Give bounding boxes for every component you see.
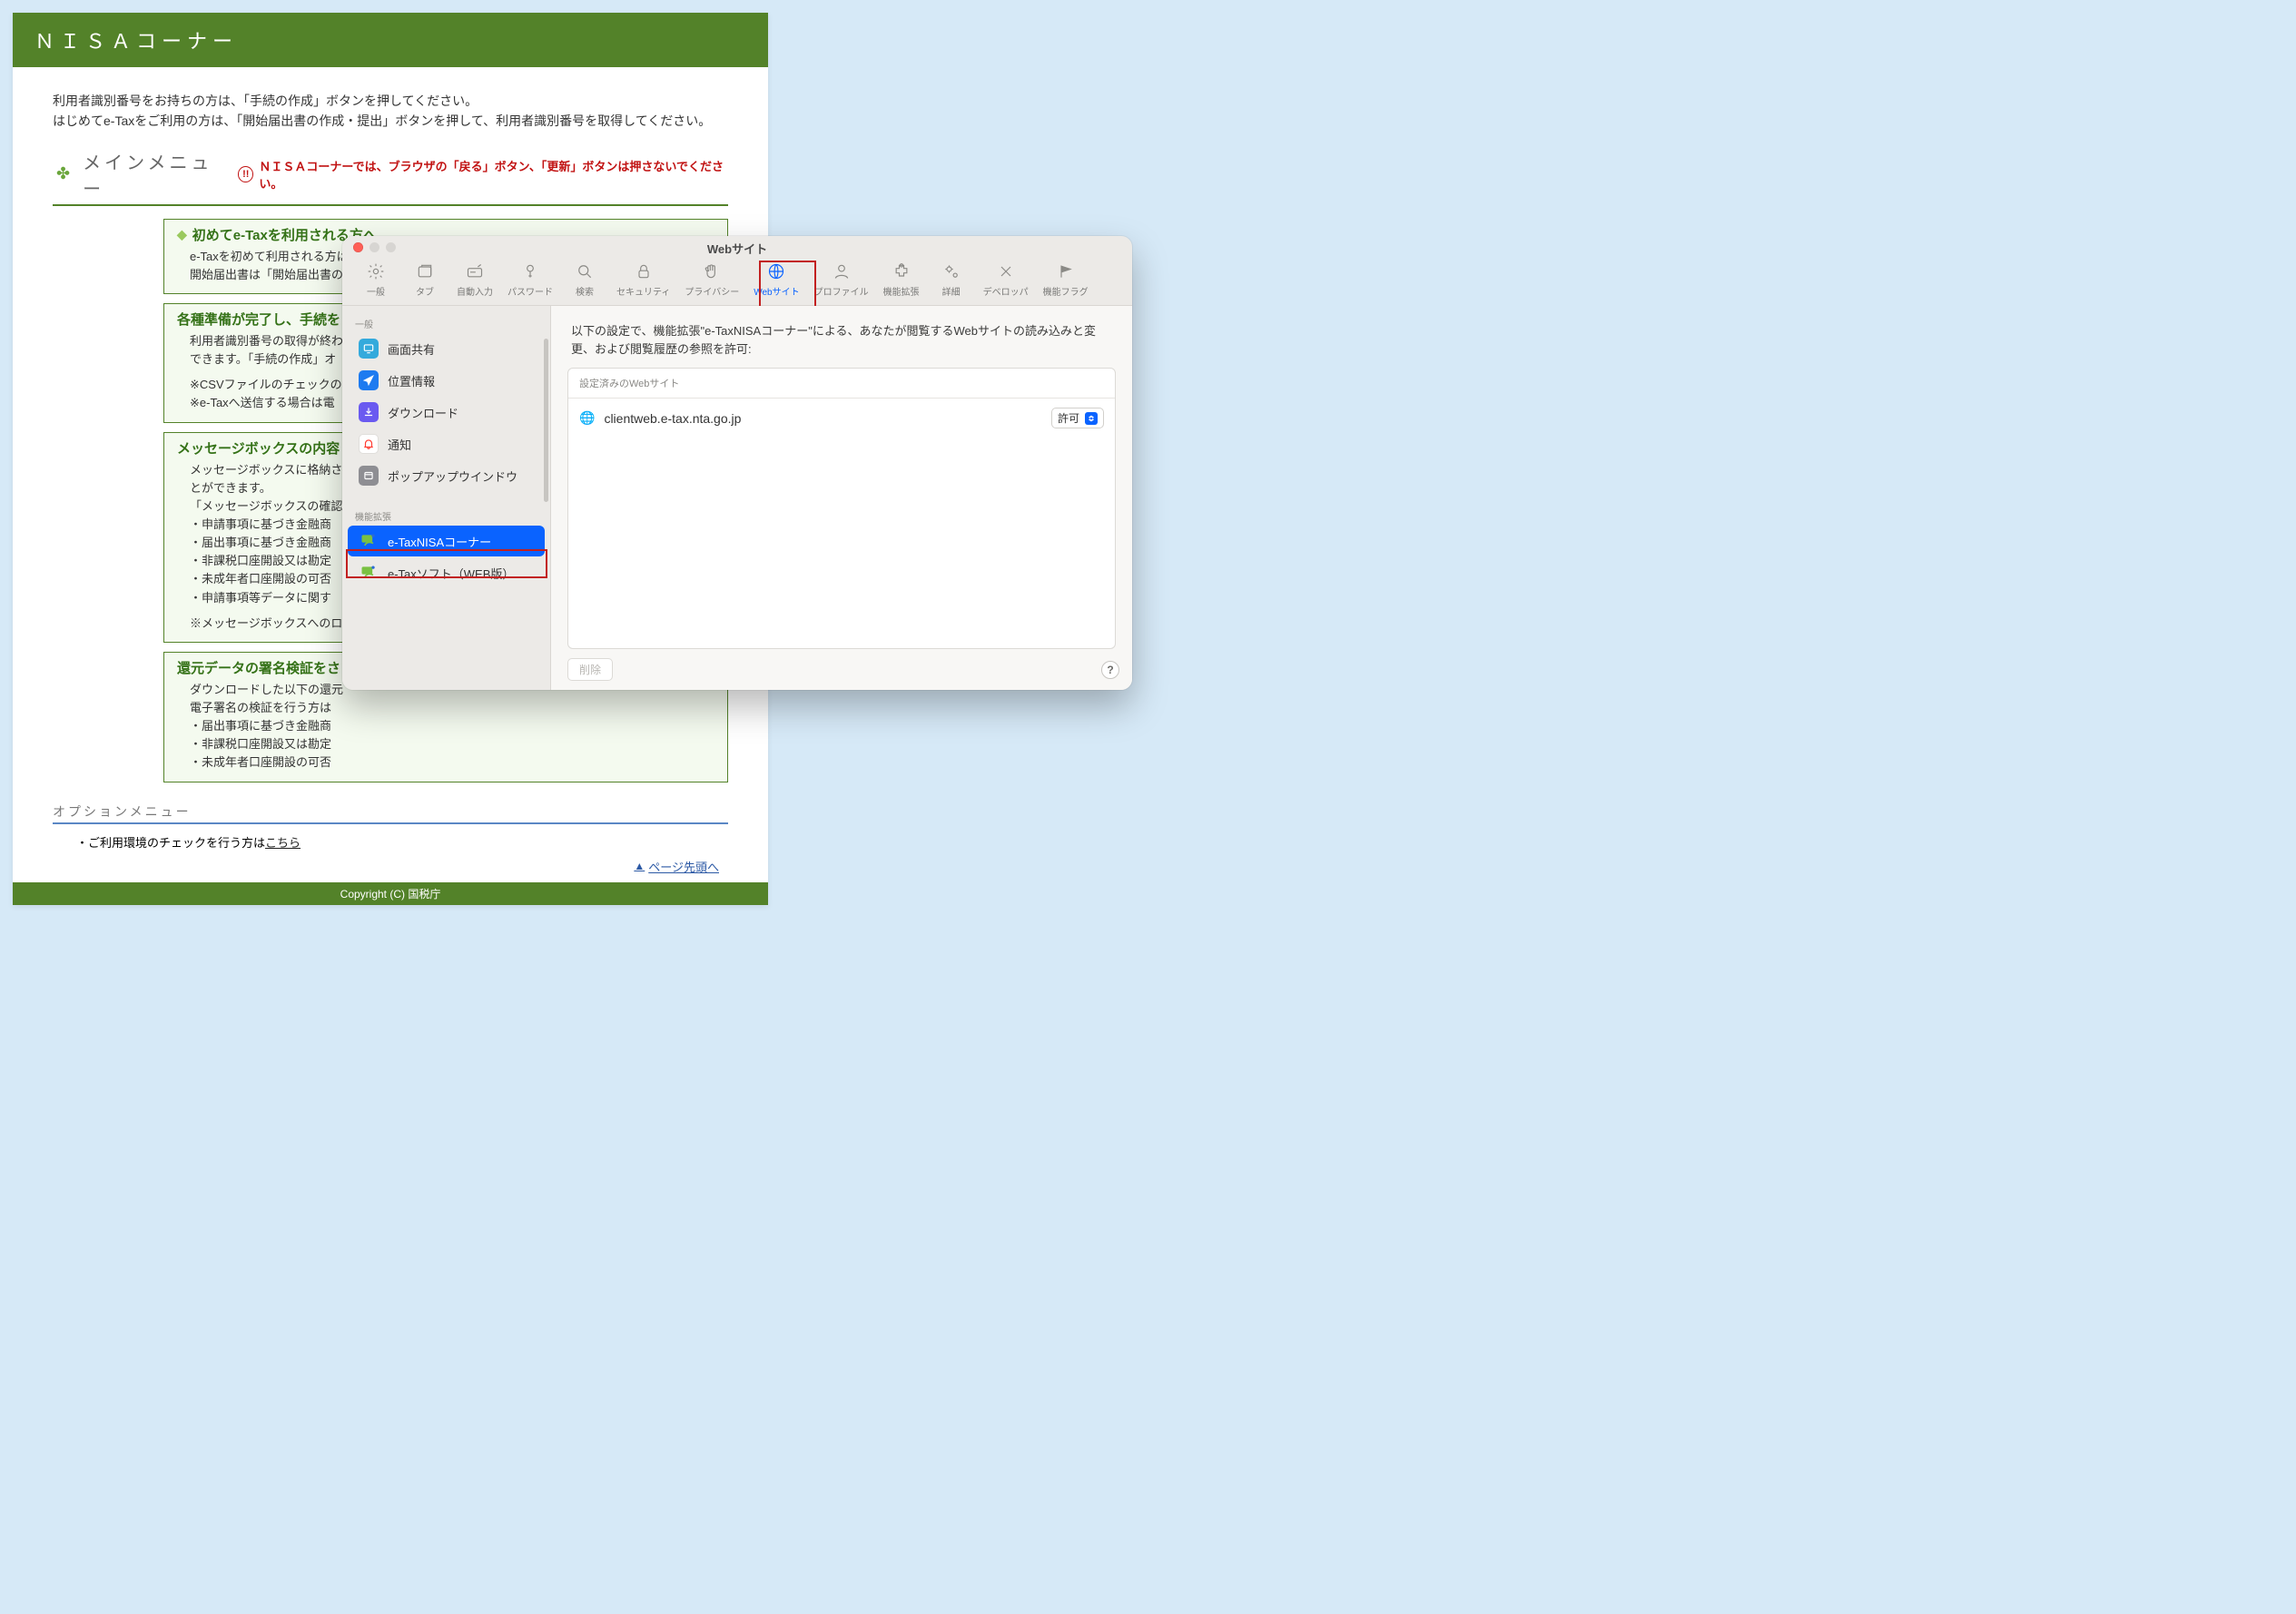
zoom-icon[interactable] (386, 242, 396, 252)
chevron-up-down-icon (1085, 412, 1098, 425)
search-icon (575, 261, 595, 281)
etax-icon (359, 563, 379, 583)
tab-general[interactable]: 一般 (351, 260, 400, 301)
site-domain: clientweb.e-tax.nta.go.jp (604, 411, 741, 426)
delete-button[interactable]: 削除 (567, 658, 613, 681)
tab-autofill[interactable]: 自動入力 (449, 260, 500, 301)
configured-sites-header: 設定済みのWebサイト (568, 369, 1115, 399)
permission-select[interactable]: 許可 (1051, 408, 1104, 428)
tab-passwords[interactable]: パスワード (500, 260, 560, 301)
tab-profiles[interactable]: プロファイル (807, 260, 876, 301)
sidebar-item-popup[interactable]: ポップアップウインドウ (348, 460, 545, 491)
extension-description: 以下の設定で、機能拡張"e-TaxNISAコーナー"による、あなたが閲覧するWe… (551, 306, 1132, 368)
sidebar-item-downloads[interactable]: ダウンロード (348, 397, 545, 428)
key-icon (520, 261, 540, 281)
configured-sites-box: 設定済みのWebサイト 🌐 clientweb.e-tax.nta.go.jp … (567, 368, 1116, 649)
sidebar-item-etax-nisa[interactable]: e-TaxNISAコーナー (348, 526, 545, 556)
minimize-icon[interactable] (370, 242, 379, 252)
site-row[interactable]: 🌐 clientweb.e-tax.nta.go.jp 許可 (568, 399, 1115, 438)
option-body: ・ご利用環境のチェックを行う方はこちら (53, 824, 728, 851)
tab-websites[interactable]: Webサイト (746, 260, 806, 301)
download-icon (359, 402, 379, 422)
page-title: ＮＩＳＡコーナー (13, 13, 768, 67)
sidebar-item-notifications[interactable]: 通知 (348, 428, 545, 459)
gear-icon (366, 261, 386, 281)
browser-warning: !! ＮＩＳＡコーナーでは、ブラウザの「戻る」ボタン、「更新」ボタンは押さないで… (238, 157, 728, 192)
globe-mini-icon: 🌐 (579, 410, 595, 426)
tools-icon (996, 261, 1016, 281)
tab-tabs[interactable]: タブ (400, 260, 449, 301)
hand-icon (702, 261, 722, 281)
autofill-icon (465, 261, 485, 281)
option-menu-title: オプションメニュー (53, 802, 728, 824)
globe-icon (766, 261, 786, 281)
tab-privacy[interactable]: プライバシー (677, 260, 746, 301)
warning-icon: !! (238, 166, 253, 182)
sidebar: 一般 画面共有 位置情報 ダウンロード 通知 ポップアップウインドウ 機能 (342, 306, 551, 690)
close-icon[interactable] (353, 242, 363, 252)
shield-icon: ◆ (177, 227, 187, 242)
puzzle-icon (892, 261, 912, 281)
location-icon (359, 370, 379, 390)
page-top-link[interactable]: ▲ ページ先頭へ (634, 858, 719, 875)
tabs-icon (415, 261, 435, 281)
sidebar-item-etax-web[interactable]: e-Taxソフト（WEB版） (348, 557, 545, 588)
prefs-toolbar: 一般 タブ 自動入力 パスワード 検索 セキュリティ プライバシー Webサイ (342, 260, 1132, 306)
flag-icon (1056, 261, 1076, 281)
sidebar-scrollbar[interactable] (544, 339, 548, 502)
tab-extensions[interactable]: 機能拡張 (876, 260, 927, 301)
tab-developer[interactable]: デベロッパ (976, 260, 1036, 301)
bell-icon (359, 434, 379, 454)
clover-icon: ✤ (53, 164, 74, 183)
screen-icon (359, 339, 379, 359)
tab-security[interactable]: セキュリティ (609, 260, 677, 301)
popup-icon (359, 466, 379, 486)
tab-featureflags[interactable]: 機能フラグ (1036, 260, 1096, 301)
main-menu-title: メインメニュー (83, 148, 229, 201)
content-pane: 以下の設定で、機能拡張"e-TaxNISAコーナー"による、あなたが閲覧するWe… (551, 306, 1132, 690)
gears-icon (941, 261, 961, 281)
up-arrow-icon: ▲ (634, 860, 645, 872)
help-button[interactable]: ? (1101, 661, 1119, 679)
sidebar-item-screenshare[interactable]: 画面共有 (348, 333, 545, 364)
sidebar-section-extensions: 機能拡張 (342, 507, 550, 525)
page-footer: Copyright (C) 国税庁 (13, 882, 768, 905)
sidebar-section-general: 一般 (342, 315, 550, 332)
lock-icon (634, 261, 654, 281)
tab-advanced[interactable]: 詳細 (927, 260, 976, 301)
sidebar-item-location[interactable]: 位置情報 (348, 365, 545, 396)
intro-text: 利用者識別番号をお持ちの方は、「手続の作成」ボタンを押してください。 はじめてe… (53, 91, 728, 132)
tab-search[interactable]: 検索 (560, 260, 609, 301)
profile-icon (832, 261, 852, 281)
window-title: Webサイト (342, 236, 1132, 260)
option-link[interactable]: こちら (265, 836, 301, 850)
etax-icon (359, 531, 379, 551)
safari-preferences-window: Webサイト 一般 タブ 自動入力 パスワード 検索 セキュリティ (342, 236, 1132, 690)
